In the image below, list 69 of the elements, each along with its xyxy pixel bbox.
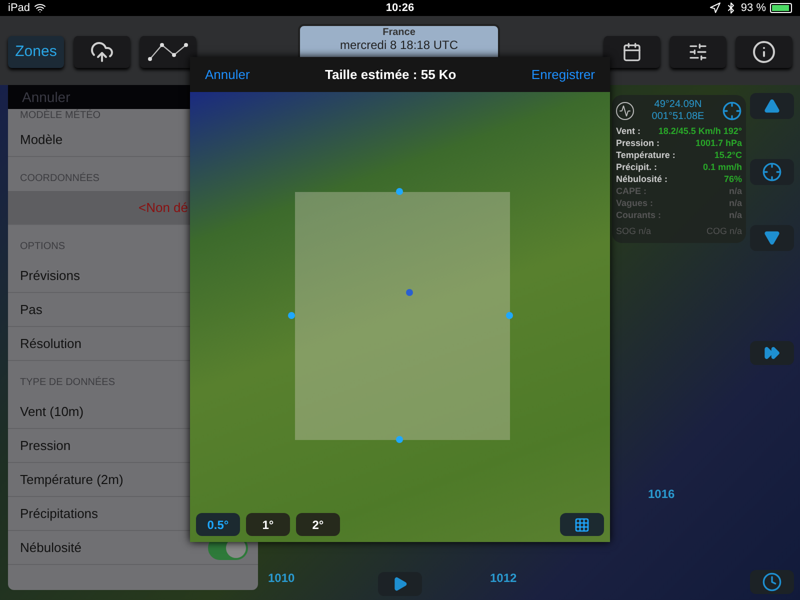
- weather-label: Pression :: [616, 137, 660, 149]
- fast-forward-button[interactable]: [750, 341, 794, 365]
- resolution-button[interactable]: 0.5°: [196, 513, 240, 536]
- clock-button[interactable]: [750, 570, 794, 594]
- cancel-button[interactable]: Annuler: [205, 64, 250, 84]
- weather-value: 18.2/45.5 Km/h 192°: [658, 125, 742, 137]
- fast-forward-icon: [764, 345, 780, 361]
- info-icon: [752, 40, 776, 64]
- zone-handle[interactable]: [396, 436, 403, 443]
- route-line-icon: [146, 41, 190, 63]
- up-triangle-icon: [764, 98, 780, 114]
- toolbar-tab[interactable]: Zones: [8, 36, 64, 68]
- device-name: iPad: [8, 0, 30, 16]
- sliders-icon: [688, 42, 708, 62]
- play-button[interactable]: [378, 572, 422, 596]
- weather-label: Précipit. :: [616, 161, 658, 173]
- play-icon: [392, 576, 408, 592]
- row-label: Modèle: [20, 130, 63, 149]
- weather-value: 76%: [724, 173, 742, 185]
- zone-handle[interactable]: [288, 312, 295, 319]
- latitude: 49°24.09N: [654, 99, 702, 111]
- row-label: Pas: [20, 300, 42, 319]
- battery-icon: [770, 3, 792, 13]
- center-button[interactable]: [750, 159, 794, 185]
- toolbar-tab[interactable]: [74, 36, 130, 68]
- grid-button[interactable]: [560, 513, 604, 536]
- weather-label: Vent :: [616, 125, 641, 137]
- isobar-label: 1016: [648, 486, 675, 503]
- resolution-button[interactable]: 2°: [296, 513, 340, 536]
- longitude: 001°51.08E: [652, 111, 704, 123]
- resolution-button[interactable]: 1°: [246, 513, 290, 536]
- graph-icon: [616, 102, 634, 120]
- down-triangle-icon: [764, 230, 780, 246]
- clock-time: 10:26: [386, 0, 414, 16]
- crosshair-icon: [722, 101, 742, 121]
- isobar-label: 1012: [490, 570, 517, 587]
- zone-handle[interactable]: [506, 312, 513, 319]
- weather-value: 15.2°C: [714, 149, 742, 161]
- calendar-icon: [622, 42, 642, 62]
- row-label: <Non dé: [138, 198, 188, 217]
- row-label: Vent (10m): [20, 402, 84, 421]
- zone-center-handle[interactable]: [406, 289, 413, 296]
- toolbar-button[interactable]: [604, 36, 660, 68]
- row-label: Pression: [20, 436, 71, 455]
- row-label: Nébulosité: [20, 538, 82, 557]
- weather-value: 0.1 mm/h: [702, 161, 742, 173]
- cloud-upload-icon: [90, 40, 114, 64]
- crosshair-icon: [762, 162, 782, 182]
- weather-label: Température :: [616, 149, 676, 161]
- toolbar-tab[interactable]: [140, 36, 196, 68]
- up-button[interactable]: [750, 93, 794, 119]
- location-icon: [708, 2, 721, 14]
- dialog-title: Taille estimée : 55 Ko: [324, 66, 456, 84]
- toolbar-button[interactable]: [670, 36, 726, 68]
- row-label: Résolution: [20, 334, 82, 353]
- down-button[interactable]: [750, 225, 794, 251]
- clock-icon: [762, 572, 782, 592]
- toolbar-button[interactable]: [736, 36, 792, 68]
- save-button[interactable]: Enregistrer: [531, 64, 595, 84]
- weather-label: Nébulosité :: [616, 173, 668, 185]
- row-label: Prévisions: [20, 266, 80, 285]
- weather-value: 1001.7 hPa: [695, 137, 742, 149]
- zone-handle[interactable]: [396, 188, 403, 195]
- battery-percent: 93 %: [740, 0, 766, 16]
- date-time: mercredi 8 18:18 UTC: [340, 39, 458, 52]
- isobar-label: 1010: [268, 570, 295, 587]
- row-label: Précipitations: [20, 504, 98, 523]
- row-label: Température (2m): [20, 470, 124, 489]
- zone-name: France: [382, 27, 416, 39]
